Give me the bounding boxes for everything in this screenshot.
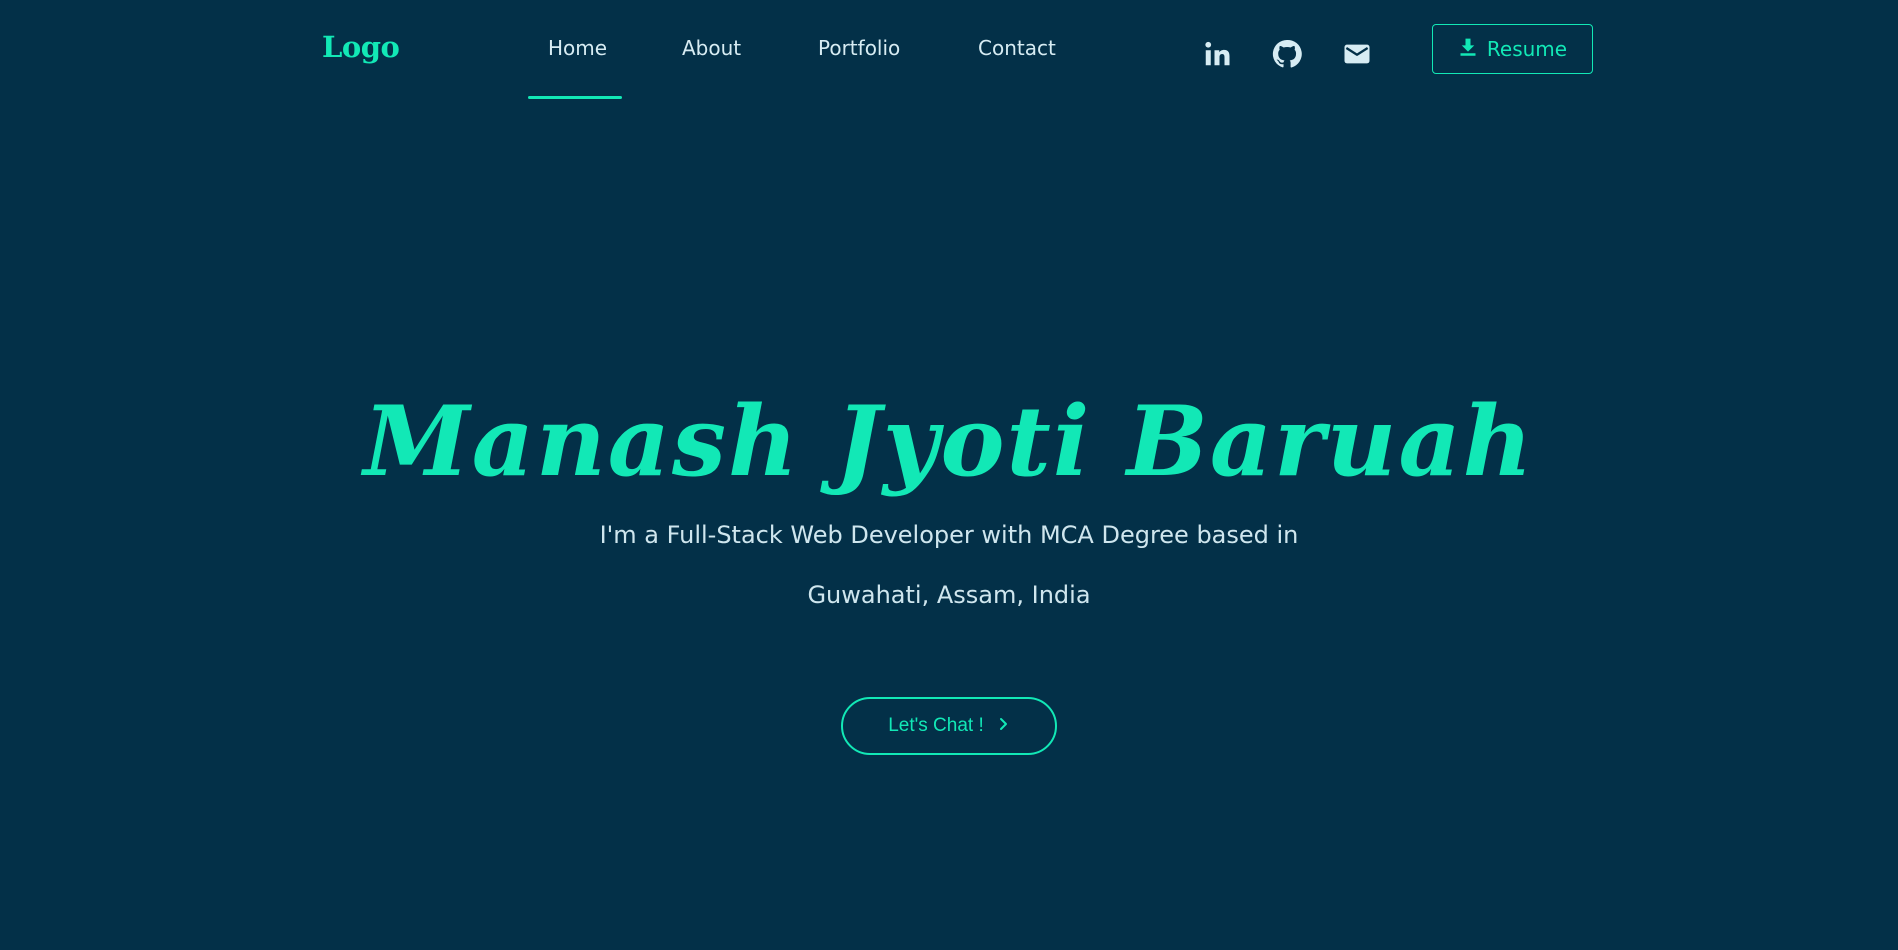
- hero-tagline-line-1: I'm a Full-Stack Web Developer with MCA …: [599, 521, 1299, 549]
- hero-tagline-line-2: Guwahati, Assam, India: [807, 581, 1091, 609]
- resume-label: Resume: [1486, 37, 1568, 61]
- download-icon: [1458, 37, 1478, 62]
- lets-chat-label: Let's Chat !: [888, 715, 984, 736]
- resume-button[interactable]: Resume: [1432, 24, 1593, 74]
- nav-item-contact[interactable]: Contact: [978, 36, 1056, 60]
- lets-chat-button[interactable]: Let's Chat !: [841, 697, 1057, 755]
- nav-item-portfolio[interactable]: Portfolio: [818, 36, 900, 60]
- chevron-right-icon: [998, 715, 1010, 737]
- hero-name: Manash Jyoti Baruah: [363, 385, 1535, 499]
- mail-icon[interactable]: [1340, 37, 1374, 71]
- logo[interactable]: Logo: [322, 30, 400, 64]
- page: Logo Home About Portfolio Contact Resume…: [0, 0, 1898, 950]
- linkedin-icon[interactable]: [1200, 37, 1234, 71]
- nav-item-home[interactable]: Home: [548, 36, 607, 60]
- github-icon[interactable]: [1270, 37, 1304, 71]
- active-nav-indicator: [528, 96, 622, 99]
- nav-item-about[interactable]: About: [682, 36, 741, 60]
